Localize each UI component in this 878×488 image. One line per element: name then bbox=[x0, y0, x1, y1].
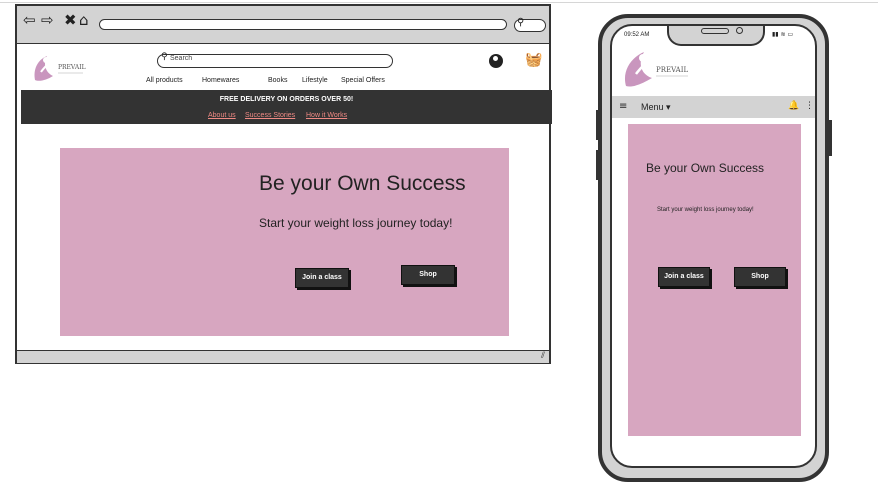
link-how-it-works[interactable]: How it Works bbox=[306, 112, 347, 119]
mobile-join-class-button[interactable]: Join a class bbox=[658, 267, 710, 287]
chevron-down-icon: ▾ bbox=[666, 102, 671, 112]
desktop-browser-window: ⇦ ⇨ ✖ ⌂ ⚲ PREVAIL ⚲ Search 🧺 All product… bbox=[15, 4, 552, 364]
site-logo[interactable]: PREVAIL bbox=[31, 50, 87, 84]
mobile-hero-banner: Be your Own Success Start your weight lo… bbox=[628, 124, 801, 436]
mobile-hero-subtitle: Start your weight loss journey today! bbox=[657, 207, 754, 213]
link-success-stories[interactable]: Success Stories bbox=[245, 112, 295, 119]
nav-all-products[interactable]: All products bbox=[146, 77, 183, 84]
join-class-button[interactable]: Join a class bbox=[295, 268, 349, 288]
promo-banner: FREE DELIVERY ON ORDERS OVER 50! About u… bbox=[21, 90, 552, 124]
resize-handle-icon[interactable]: ⫽ bbox=[541, 351, 545, 361]
hero-subtitle: Start your weight loss journey today! bbox=[259, 216, 453, 230]
phone-notch bbox=[667, 26, 765, 46]
url-bar[interactable] bbox=[99, 19, 507, 30]
camera-icon bbox=[736, 27, 743, 34]
signal-wifi-battery-icon: ▮▮ ≋ ▭ bbox=[772, 31, 794, 38]
more-options-icon[interactable]: ⋮ bbox=[805, 101, 814, 111]
volume-button bbox=[596, 150, 600, 180]
site-search-input[interactable]: ⚲ Search bbox=[157, 52, 393, 68]
top-divider bbox=[0, 2, 878, 3]
status-time: 09:52 AM bbox=[624, 32, 650, 38]
forward-arrow-icon[interactable]: ⇨ bbox=[41, 12, 54, 28]
logo-wordmark: PREVAIL bbox=[58, 64, 86, 71]
home-icon[interactable]: ⌂ bbox=[79, 12, 89, 28]
nav-books[interactable]: Books bbox=[268, 77, 287, 84]
hero-title: Be your Own Success bbox=[259, 172, 466, 195]
menu-dropdown[interactable]: Menu ▾ bbox=[641, 102, 671, 113]
phone-screen: 09:52 AM ▮▮ ≋ ▭ PREVAIL ≡ Menu ▾ 🔔 ⋮ Be … bbox=[610, 24, 817, 468]
nav-lifestyle[interactable]: Lifestyle bbox=[302, 77, 328, 84]
link-about-us[interactable]: About us bbox=[208, 112, 236, 119]
volume-button bbox=[596, 110, 600, 140]
search-icon: ⚲ bbox=[161, 52, 168, 62]
nav-special-offers[interactable]: Special Offers bbox=[341, 77, 385, 84]
browser-search-field[interactable]: ⚲ bbox=[514, 17, 546, 32]
mobile-site-logo[interactable]: PREVAIL bbox=[622, 44, 692, 90]
mobile-shop-button[interactable]: Shop bbox=[734, 267, 786, 287]
mobile-menu-bar: ≡ Menu ▾ 🔔 ⋮ bbox=[612, 96, 815, 118]
search-placeholder: Search bbox=[170, 55, 193, 62]
browser-toolbar: ⇦ ⇨ ✖ ⌂ ⚲ bbox=[17, 6, 549, 44]
browser-status-bar bbox=[17, 350, 549, 363]
shop-button[interactable]: Shop bbox=[401, 265, 455, 285]
speaker-icon bbox=[701, 28, 729, 34]
logo-wordmark: PREVAIL bbox=[656, 66, 688, 74]
back-arrow-icon[interactable]: ⇦ bbox=[23, 12, 36, 28]
menu-label: Menu bbox=[641, 102, 664, 112]
promo-title: FREE DELIVERY ON ORDERS OVER 50! bbox=[219, 96, 354, 103]
account-icon[interactable] bbox=[489, 54, 503, 68]
nav-homewares[interactable]: Homewares bbox=[202, 77, 239, 84]
hero-banner: Be your Own Success Start your weight lo… bbox=[60, 148, 509, 336]
basket-icon[interactable]: 🧺 bbox=[525, 52, 542, 68]
mobile-hero-title: Be your Own Success bbox=[646, 161, 765, 175]
power-button bbox=[828, 120, 832, 156]
search-icon: ⚲ bbox=[517, 17, 525, 28]
bell-icon[interactable]: 🔔 bbox=[788, 101, 799, 111]
hamburger-icon[interactable]: ≡ bbox=[619, 101, 627, 112]
close-icon[interactable]: ✖ bbox=[64, 12, 77, 28]
